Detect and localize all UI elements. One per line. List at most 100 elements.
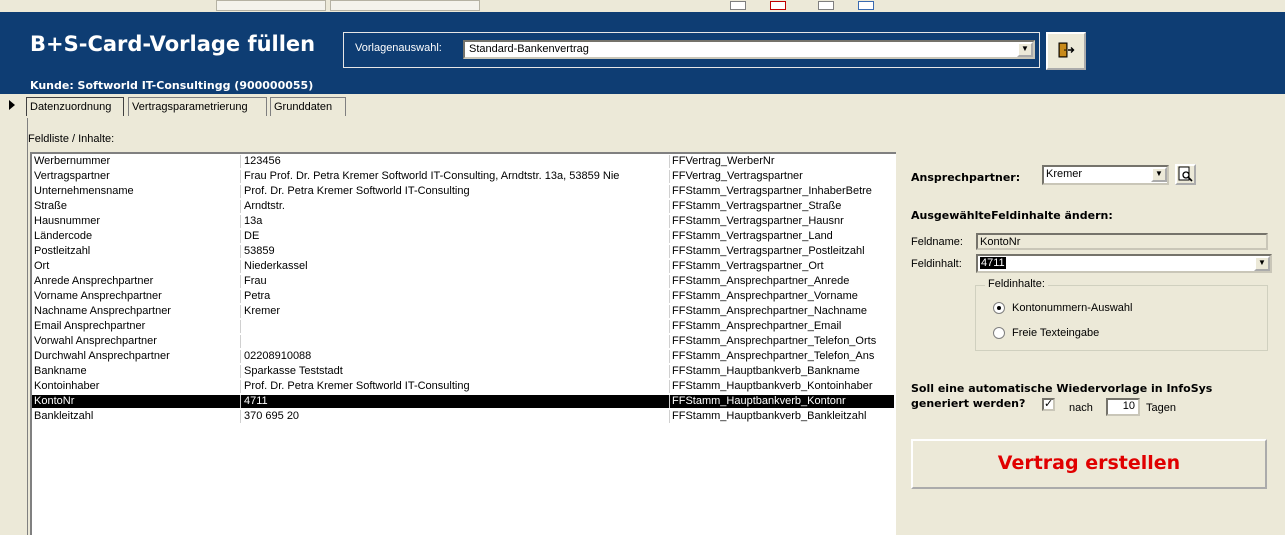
toolbar-field[interactable] xyxy=(216,0,326,11)
contact-search-button[interactable] xyxy=(1175,164,1196,185)
fieldcontent-select[interactable]: 4711 ▼ xyxy=(976,254,1272,273)
field-list-label: Feldliste / Inhalte: xyxy=(28,133,115,145)
list-item-name: Bankname xyxy=(34,365,87,377)
list-item-value: 370 695 20 xyxy=(244,410,300,422)
days-label: Tagen xyxy=(1146,402,1176,414)
column-separator xyxy=(240,305,241,318)
template-selection-label: Vorlagenauswahl: xyxy=(355,42,442,54)
list-item[interactable]: Vorwahl Ansprechpartner FFStamm_Ansprechp… xyxy=(32,335,894,348)
list-item[interactable]: Vorname Ansprechpartner Petra FFStamm_Ansp… xyxy=(32,290,894,303)
column-separator xyxy=(669,185,670,198)
list-item[interactable]: Ort Niederkassel FFStamm_Vertragspartner_O… xyxy=(32,260,894,273)
list-item[interactable]: Straße Arndtstr. FFStamm_Vertragspartner_S… xyxy=(32,200,894,213)
list-item-field: FFStamm_Ansprechpartner_Telefon_Orts xyxy=(672,335,877,347)
column-separator xyxy=(669,170,670,183)
fieldname-value-box: KontoNr xyxy=(976,233,1268,250)
list-item-name: Nachname Ansprechpartner xyxy=(34,305,171,317)
column-separator xyxy=(240,380,241,393)
list-item-field: FFStamm_Hauptbankverb_Kontonr xyxy=(672,395,846,407)
tab-vertragsparametrierung[interactable]: Vertragsparametrierung xyxy=(128,97,267,116)
column-separator xyxy=(669,200,670,213)
list-item-value: Frau Prof. Dr. Petra Kremer Softworld IT… xyxy=(244,170,620,182)
list-item-field: FFStamm_Ansprechpartner_Anrede xyxy=(672,275,850,287)
contact-select[interactable]: Kremer ▼ xyxy=(1042,165,1169,185)
list-item-name: Anrede Ansprechpartner xyxy=(34,275,154,287)
list-item-name: Unternehmensname xyxy=(34,185,134,197)
list-item[interactable]: Kontoinhaber Prof. Dr. Petra Kremer Softw… xyxy=(32,380,894,393)
list-item-value: DE xyxy=(244,230,260,242)
column-separator xyxy=(240,230,241,243)
after-label: nach xyxy=(1069,402,1093,414)
tab-datenzuordnung[interactable]: Datenzuordnung xyxy=(26,97,124,116)
list-item-field: FFStamm_Vertragspartner_Land xyxy=(672,230,833,242)
column-separator xyxy=(240,365,241,378)
chevron-down-icon[interactable]: ▼ xyxy=(1254,256,1270,271)
column-separator xyxy=(240,185,241,198)
list-item-name: Vorwahl Ansprechpartner xyxy=(34,335,157,347)
column-separator xyxy=(240,395,241,408)
list-item-value: 02208910088 xyxy=(244,350,312,362)
column-separator xyxy=(669,230,670,243)
template-select-value: Standard-Bankenvertrag xyxy=(469,43,589,55)
list-item-value: Petra xyxy=(244,290,271,302)
column-separator xyxy=(669,215,670,228)
list-item-value: Kremer xyxy=(244,305,281,317)
exit-button[interactable] xyxy=(1046,32,1086,70)
list-item-value: Arndtstr. xyxy=(244,200,285,212)
magnifier-document-icon xyxy=(1178,166,1193,182)
column-separator xyxy=(669,260,670,273)
radio-account-selection[interactable] xyxy=(993,302,1005,314)
column-separator xyxy=(669,305,670,318)
list-item[interactable]: Werbernummer 123456 FFVertrag_WerberNr xyxy=(32,155,894,168)
list-item[interactable]: Unternehmensname Prof. Dr. Petra Kremer S… xyxy=(32,185,894,198)
list-item-field: FFStamm_Hauptbankverb_Bankleitzahl xyxy=(672,410,867,422)
fieldname-label: Feldname: xyxy=(911,236,963,248)
list-item[interactable]: Durchwahl Ansprechpartner 02208910088 FFSt… xyxy=(32,350,894,363)
list-item-name: Straße xyxy=(34,200,68,212)
column-separator xyxy=(669,275,670,288)
list-item-name: Durchwahl Ansprechpartner xyxy=(34,350,170,362)
list-item[interactable]: Vertragspartner Frau Prof. Dr. Petra Krem… xyxy=(32,170,894,183)
list-item-name: Vorname Ansprechpartner xyxy=(34,290,162,302)
customer-label: Kunde: Softworld IT-Consultingg (9000000… xyxy=(30,79,314,92)
list-item[interactable]: Ländercode DE FFStamm_Vertragspartner_Land xyxy=(32,230,894,243)
column-separator xyxy=(240,320,241,333)
followup-question-line2: generiert werden? xyxy=(911,397,1026,410)
list-item-value: 13a xyxy=(244,215,263,227)
list-item[interactable]: Hausnummer 13a FFStamm_Vertragspartner_Hau… xyxy=(32,215,894,228)
list-item-name: Hausnummer xyxy=(34,215,101,227)
template-select[interactable]: Standard-Bankenvertrag ▼ xyxy=(463,40,1035,59)
followup-checkbox[interactable]: ✓ xyxy=(1042,398,1055,411)
tab-grunddaten[interactable]: Grunddaten xyxy=(270,97,346,116)
field-listbox[interactable]: Werbernummer 123456 FFVertrag_WerberNr Vert… xyxy=(30,152,896,535)
column-separator xyxy=(669,335,670,348)
toolbar-field[interactable] xyxy=(330,0,480,11)
list-item[interactable]: Nachname Ansprechpartner Kremer FFStamm_An… xyxy=(32,305,894,318)
list-item-field: FFStamm_Hauptbankverb_Kontoinhaber xyxy=(672,380,873,392)
list-item[interactable]: Bankleitzahl 370 695 20 FFStamm_Hauptbankv… xyxy=(32,410,894,423)
followup-question-line1: Soll eine automatische Wiedervorlage in … xyxy=(911,382,1213,395)
column-separator xyxy=(240,410,241,423)
column-separator xyxy=(669,320,670,333)
toolbar-icon[interactable] xyxy=(730,1,746,10)
list-item-field: FFStamm_Vertragspartner_Postleitzahl xyxy=(672,245,865,257)
exit-door-icon xyxy=(1058,42,1075,58)
list-item[interactable]: Anrede Ansprechpartner Frau FFStamm_Anspre… xyxy=(32,275,894,288)
radio-free-text[interactable] xyxy=(993,327,1005,339)
create-contract-button[interactable]: Vertrag erstellen xyxy=(911,439,1267,489)
list-item[interactable]: Email Ansprechpartner FFStamm_Ansprechpar… xyxy=(32,320,894,333)
days-input[interactable]: 10 xyxy=(1106,398,1140,416)
toolbar-icon[interactable] xyxy=(818,1,834,10)
list-item[interactable]: Bankname Sparkasse Teststadt FFStamm_Haupt… xyxy=(32,365,894,378)
list-item[interactable]: KontoNr 4711 FFStamm_Hauptbankverb_Kontonr xyxy=(32,395,894,408)
top-toolbar-strip xyxy=(0,0,1285,12)
chevron-down-icon[interactable]: ▼ xyxy=(1151,167,1167,182)
list-item[interactable]: Postleitzahl 53859 FFStamm_Vertragspartner… xyxy=(32,245,894,258)
list-item-name: Postleitzahl xyxy=(34,245,91,257)
toolbar-icon[interactable] xyxy=(858,1,874,10)
chevron-down-icon[interactable]: ▼ xyxy=(1017,42,1033,57)
list-item-field: FFStamm_Hauptbankverb_Bankname xyxy=(672,365,860,377)
column-separator xyxy=(669,395,670,408)
toolbar-icon[interactable] xyxy=(770,1,786,10)
list-item-name: KontoNr xyxy=(34,395,75,407)
